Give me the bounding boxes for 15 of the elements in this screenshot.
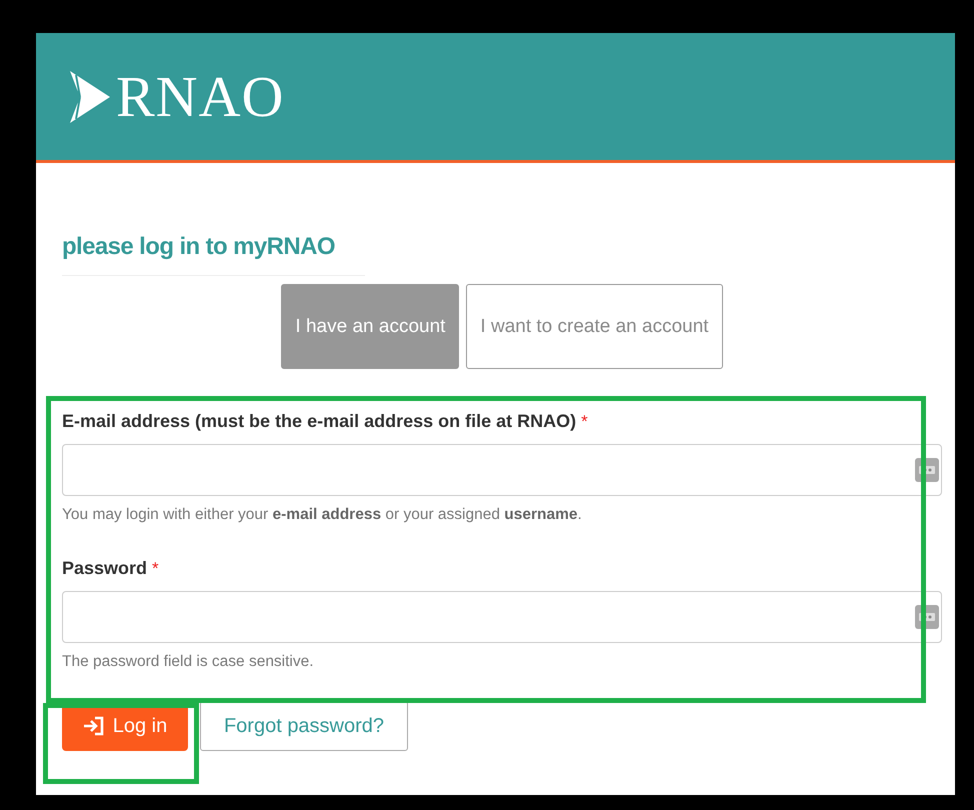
input-field[interactable] bbox=[62, 591, 942, 643]
help-text: The password field is case sensitive. bbox=[62, 653, 315, 671]
field-label: E-mail address (must be the e-mail address on file at RNAO) bbox=[62, 411, 576, 432]
help-text: You may login with either your e-mail address or your assigned username. bbox=[62, 506, 583, 524]
account-tab[interactable]: I want to create an account bbox=[466, 284, 723, 369]
login-icon bbox=[82, 716, 105, 736]
input-field[interactable] bbox=[62, 444, 942, 496]
logo-text: RNAO bbox=[116, 63, 284, 130]
logo-icon bbox=[68, 68, 112, 124]
account-tab[interactable]: I have an account bbox=[281, 284, 460, 369]
required-mark: * bbox=[152, 559, 159, 579]
forgot-password-link[interactable]: Forgot password? bbox=[200, 701, 408, 751]
required-mark: * bbox=[581, 412, 588, 432]
page-heading: please log in to myRNAO bbox=[62, 233, 365, 276]
field-label: Password bbox=[62, 558, 148, 579]
